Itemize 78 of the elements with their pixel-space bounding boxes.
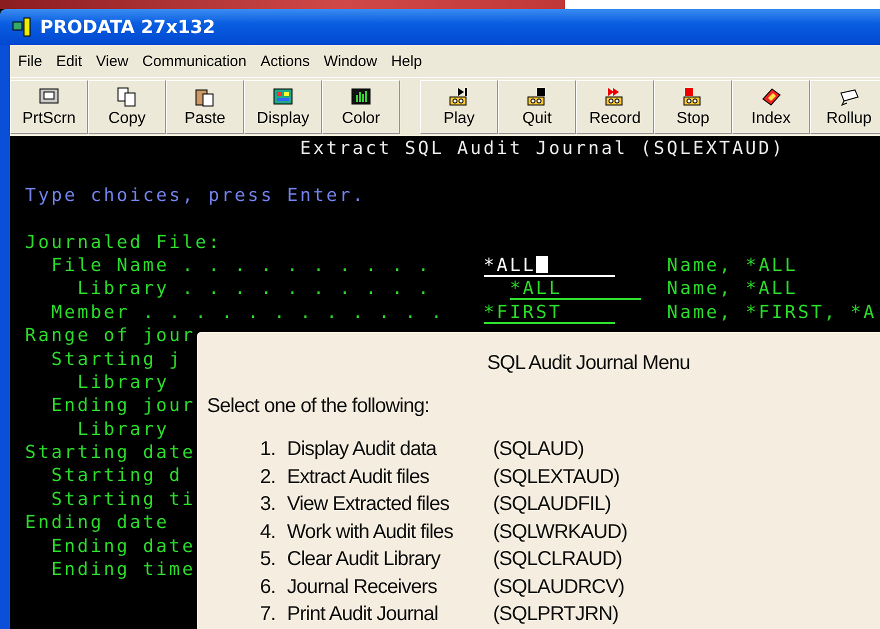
toolbar-button[interactable]: Copy [88, 80, 166, 134]
toolbar-button[interactable]: Stop [654, 80, 732, 134]
prompt-label: Starting ti [51, 488, 196, 512]
prompt-label: Member [51, 300, 130, 324]
option-command: (SQLWRKAUD) [493, 520, 628, 544]
paste-icon [194, 86, 216, 106]
dot-leader: . . . . . . . . . . . . [142, 300, 444, 324]
prompt-label: Starting d [51, 464, 182, 488]
dot-leader: . . . . . . . . . . [182, 254, 431, 278]
display-icon [272, 86, 294, 106]
menu-item[interactable]: Help [391, 52, 422, 70]
option-command: (SQLEXTAUD) [493, 466, 620, 488]
option-number: 4. [260, 520, 276, 544]
prompt-label: Library [77, 277, 170, 301]
option-label[interactable]: Journal Receivers [287, 576, 493, 598]
toolbar-button[interactable]: Paste [166, 80, 244, 134]
option-label[interactable]: Display Audit data [287, 438, 493, 461]
menu-item[interactable]: Window [324, 52, 378, 70]
option-number: 6. [260, 576, 276, 598]
book-icon [760, 86, 782, 106]
toolbar-button[interactable]: Index [732, 80, 810, 134]
screen-title: Extract SQL Audit Journal (SQLEXTAUD) [300, 138, 785, 159]
toolbar-button[interactable]: Color [322, 80, 400, 134]
prompt-label: Starting j [51, 348, 182, 371]
toolbar-button[interactable]: Quit [498, 80, 576, 134]
option-command: (SQLPRTJRN) [493, 603, 620, 626]
window-title: PRODATA 27x132 [40, 16, 216, 38]
option-label[interactable]: Clear Audit Library [287, 548, 493, 571]
prompt-label: Journaled File: [25, 230, 222, 254]
toolbar-button[interactable]: Rollup [810, 80, 880, 134]
instruction-text: Type choices, press Enter. [25, 184, 366, 206]
toolbar-button[interactable]: Record [576, 80, 654, 134]
dialog-title: SQL Audit Journal Menu [486, 352, 691, 375]
option-command: (SQLCLRAUD) [493, 548, 623, 571]
option-number: 7. [260, 603, 276, 626]
prompt-label: Ending time [51, 558, 196, 582]
prompt-label: Ending date [25, 511, 170, 535]
input-field[interactable]: *ALL [510, 279, 641, 300]
option-label[interactable]: Print Audit Journal [287, 603, 493, 626]
option-command: (SQLAUDFIL) [493, 493, 612, 516]
prompt-label: Library [77, 370, 170, 394]
copy-icon [116, 86, 138, 106]
menu-item[interactable]: File [18, 52, 42, 70]
option-label[interactable]: View Extracted files [287, 493, 493, 516]
menu-item[interactable]: Edit [56, 52, 82, 70]
prompt-label: Starting date [25, 441, 196, 464]
option-label[interactable]: Work with Audit files [287, 520, 493, 544]
prompt-label: Ending date [51, 534, 196, 558]
play-tape-icon [448, 86, 470, 106]
menu-item[interactable]: Actions [260, 52, 310, 70]
prompt-label: Range of jour [25, 324, 196, 348]
prompt-label: File Name [51, 254, 170, 278]
option-number: 5. [260, 548, 276, 571]
option-command: (SQLAUD) [493, 438, 585, 461]
allowed-values-hint: Name, *ALL [666, 254, 798, 276]
allowed-values-hint: Name, *ALL [666, 278, 798, 300]
option-number: 1. [260, 438, 276, 461]
input-field[interactable]: *ALL [484, 256, 614, 277]
chart-icon [350, 86, 372, 106]
option-label[interactable]: Extract Audit files [287, 466, 493, 488]
option-number: 2. [260, 466, 276, 488]
scroll-icon [838, 86, 860, 106]
menu-item[interactable]: Communication [142, 52, 246, 70]
option-command: (SQLAUDRCV) [493, 576, 626, 598]
option-number: 3. [260, 493, 276, 516]
quit-tape-icon [526, 86, 548, 106]
dot-leader: . . . . . . . . . . [182, 277, 432, 301]
menu-item[interactable]: View [96, 52, 128, 70]
toolbar-button[interactable]: Play [420, 80, 498, 134]
text-cursor [536, 256, 548, 273]
screen-icon [38, 86, 60, 106]
toolbar-button[interactable]: Display [244, 80, 322, 134]
allowed-values-hint: Name, *FIRST, *A [666, 302, 876, 323]
dialog-prompt: Select one of the following: [207, 395, 430, 418]
toolbar-button[interactable]: PrtScrn [10, 80, 88, 134]
input-field[interactable]: *FIRST [484, 302, 614, 324]
prompt-label: Ending jour [51, 394, 196, 418]
prompt-label: Library [77, 418, 170, 442]
